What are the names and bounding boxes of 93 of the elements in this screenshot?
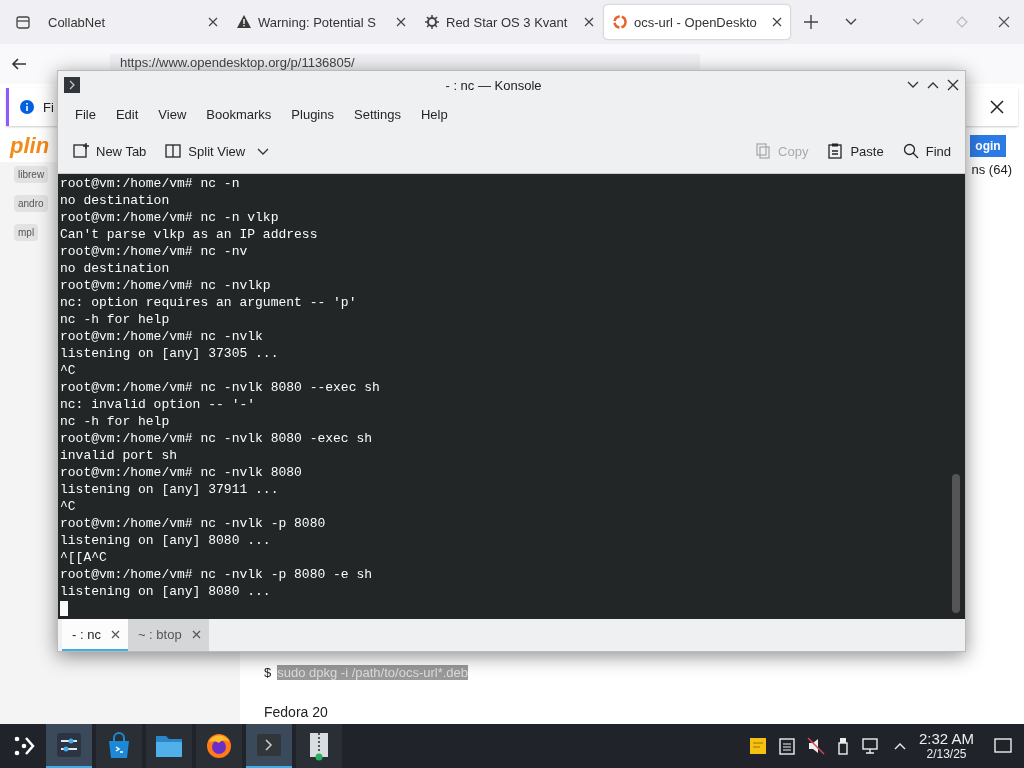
terminal-line: listening on [any] 37911 ... — [60, 481, 280, 498]
menu-item[interactable]: Plugins — [282, 102, 343, 126]
clipboard-icon[interactable] — [778, 737, 795, 755]
ring-icon — [612, 14, 628, 30]
toolbar-button[interactable]: Paste — [820, 138, 890, 164]
browser-tab[interactable]: Warning: Potential S — [228, 5, 414, 39]
menu-item[interactable]: Help — [411, 102, 457, 126]
tag-chip[interactable]: librew — [14, 166, 49, 183]
tab-list-icon[interactable] — [15, 14, 31, 30]
new-tab-icon — [72, 142, 90, 160]
menu-item[interactable]: Bookmarks — [197, 102, 281, 126]
prompt-sign: $ — [264, 665, 272, 680]
show-desktop-icon[interactable] — [994, 738, 1012, 754]
window-title: - : nc — Konsole — [444, 77, 543, 93]
terminal-line: listening on [any] 8080 ... — [60, 583, 272, 600]
note-icon[interactable] — [748, 737, 767, 755]
toolbar-button[interactable]: Find — [895, 138, 957, 164]
close-icon[interactable] — [990, 100, 1004, 114]
menu-item[interactable]: File — [66, 102, 105, 126]
menu-item[interactable]: Settings — [345, 102, 410, 126]
terminal-line: ^[[A^C — [60, 549, 108, 566]
taskbar-app[interactable] — [146, 724, 192, 768]
search-icon — [901, 142, 920, 160]
terminal-icon — [255, 731, 283, 759]
warning-icon — [236, 14, 252, 30]
tag-chip[interactable]: mpl — [14, 224, 39, 241]
close-icon[interactable] — [208, 17, 218, 27]
terminal-line: root@vm:/home/vm# nc -nvlk -p 8080 — [60, 515, 327, 532]
terminal-line: root@vm:/home/vm# nc -n — [60, 175, 241, 192]
network-icon[interactable] — [860, 737, 881, 755]
terminal-tab[interactable]: ~ : btop — [127, 619, 209, 651]
taskbar-app[interactable] — [296, 724, 342, 768]
address-bar[interactable]: https://www.opendesktop.org/p/1136805/ — [110, 54, 700, 70]
terminal-icon — [64, 77, 80, 93]
notice-text: Fi — [43, 99, 54, 115]
taskbar-app[interactable] — [246, 724, 292, 768]
plus-icon[interactable] — [804, 15, 818, 29]
close-icon[interactable] — [947, 79, 959, 91]
launcher-icon[interactable] — [12, 734, 36, 758]
terminal-line: root@vm:/home/vm# nc -nvlk -p 8080 -e sh — [60, 566, 374, 583]
command-text: sudo dpkg -i /path/to/ocs-url*.deb — [277, 665, 468, 680]
terminal-line: root@vm:/home/vm# nc -n vlkp — [60, 209, 280, 226]
terminal-line: root@vm:/home/vm# nc -nvlkp — [60, 277, 272, 294]
browser-tab[interactable]: ocs-url - OpenDeskto — [604, 5, 790, 39]
taskbar-app[interactable] — [46, 724, 92, 768]
info-icon — [19, 99, 35, 115]
copy-icon — [754, 142, 773, 160]
terminal-line: root@vm:/home/vm# nc -nvlk — [60, 328, 264, 345]
terminal-area[interactable] — [58, 174, 965, 619]
terminal-line: listening on [any] 8080 ... — [60, 532, 272, 549]
terminal-line: root@vm:/home/vm# nc -nvlk 8080 — [60, 464, 303, 481]
text-cursor — [60, 601, 68, 616]
tag-chip[interactable]: andro — [14, 195, 48, 212]
close-icon[interactable] — [396, 17, 406, 27]
terminal-line: nc -h for help — [60, 311, 171, 328]
close-icon[interactable] — [110, 629, 120, 639]
close-icon[interactable] — [772, 17, 782, 27]
close-icon[interactable] — [998, 16, 1010, 28]
terminal-line: nc: option requires an argument -- 'p' — [60, 294, 358, 311]
muted-speaker-icon[interactable] — [806, 737, 825, 755]
clock-date[interactable]: 2/13/25 — [926, 747, 967, 761]
results-count: ns (64) — [971, 162, 1012, 177]
terminal-line: ^C — [60, 498, 77, 515]
clock-time[interactable]: 2:32 AM — [918, 731, 974, 748]
usb-drive-icon[interactable] — [836, 737, 849, 755]
terminal-line: ^C — [60, 362, 77, 379]
menu-item[interactable]: View — [149, 102, 196, 126]
gear-icon — [424, 14, 440, 30]
close-icon[interactable] — [584, 17, 594, 27]
terminal-line: root@vm:/home/vm# nc -nvlk 8080 -exec sh — [60, 430, 374, 447]
terminal-line: listening on [any] 37305 ... — [60, 345, 280, 362]
browser-tab[interactable]: CollabNet — [40, 5, 226, 39]
split-view-icon — [164, 142, 183, 160]
browser-tab[interactable]: Red Star OS 3 Kvant — [416, 5, 602, 39]
toolbar-button[interactable]: Split View — [158, 138, 252, 164]
terminal-line: root@vm:/home/vm# nc -nv — [60, 243, 249, 260]
menu-item[interactable]: Edit — [106, 102, 148, 126]
browser-globe-icon — [205, 732, 233, 760]
terminal-line: nc -h for help — [60, 413, 171, 430]
section-heading: Fedora 20 — [264, 704, 329, 720]
login-button[interactable]: ogin — [970, 135, 1006, 157]
taskbar-app[interactable] — [196, 724, 242, 768]
sliders-icon — [55, 731, 83, 759]
terminal-line: root@vm:/home/vm# nc -nvlk 8080 --exec sh — [60, 379, 381, 396]
terminal-line: Can't parse vlkp as an IP address — [60, 226, 319, 243]
terminal-line: no destination — [60, 192, 171, 209]
toolbar-button[interactable]: New Tab — [66, 138, 153, 164]
terminal-line: nc: invalid option -- '-' — [60, 396, 257, 413]
clipboard-icon — [826, 142, 845, 160]
terminal-line: no destination — [60, 260, 171, 277]
terminal-line: invalid port sh — [60, 447, 179, 464]
terminal-tab[interactable]: - : nc — [62, 619, 128, 651]
scrollbar-thumb[interactable] — [952, 474, 960, 613]
